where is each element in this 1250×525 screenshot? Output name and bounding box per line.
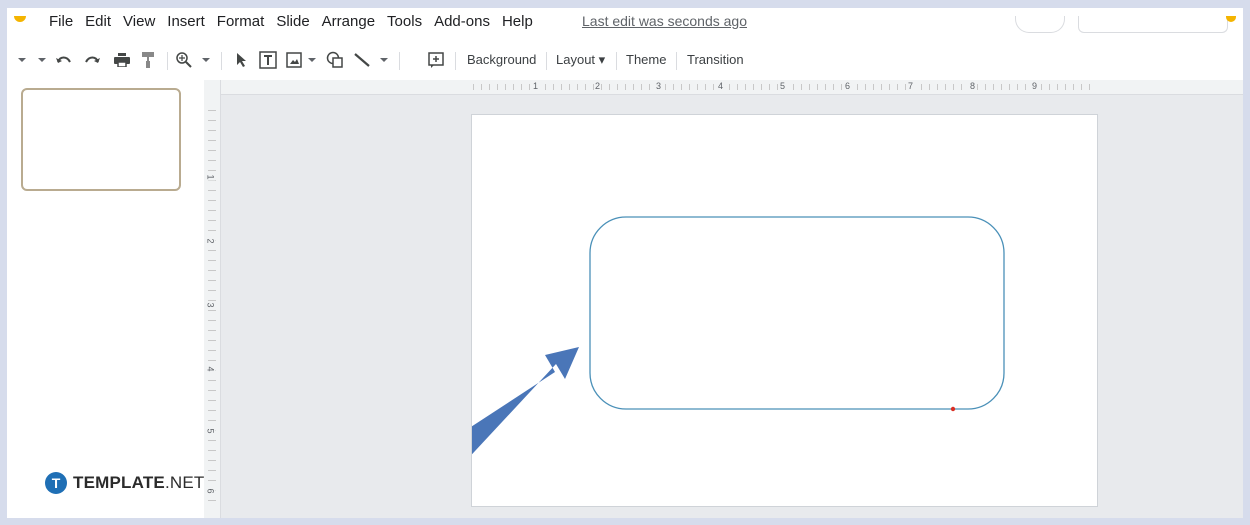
hruler-mark: 8 — [969, 81, 977, 91]
vruler-mark: 2 — [205, 237, 216, 245]
background-button[interactable]: Background — [467, 52, 536, 67]
vruler-mark: 5 — [205, 427, 216, 435]
menu-tools[interactable]: Tools — [387, 13, 422, 30]
image-icon[interactable] — [283, 44, 305, 76]
new-slide-dropdown-icon[interactable] — [35, 44, 49, 76]
menu-items: File Edit View Insert Format Slide Arran… — [49, 13, 545, 30]
hruler-mark: 4 — [717, 81, 725, 91]
hruler-mark: 1 — [532, 81, 540, 91]
hruler-mark: 6 — [844, 81, 852, 91]
paint-format-icon[interactable] — [137, 44, 159, 76]
app-logo-icon — [14, 16, 26, 22]
zoom-dropdown-icon[interactable] — [199, 44, 213, 76]
brand-name-main: TEMPLATE — [73, 473, 165, 492]
slide-thumbnail[interactable] — [21, 88, 181, 191]
menu-view[interactable]: View — [123, 13, 155, 30]
dropdown-arrow-icon[interactable] — [15, 44, 29, 76]
arrow-pointer-icon — [472, 347, 579, 455]
shape-adjust-handle[interactable] — [950, 406, 956, 412]
toolbar: Background Layout ▾ Theme Transition — [7, 44, 1243, 76]
hruler-mark: 7 — [907, 81, 915, 91]
undo-icon[interactable] — [53, 44, 75, 76]
hruler-mark: 2 — [594, 81, 602, 91]
menu-add-ons[interactable]: Add-ons — [434, 13, 490, 30]
slide[interactable] — [471, 114, 1098, 507]
rounded-rectangle-shape[interactable] — [589, 216, 1005, 410]
hruler-mark: 9 — [1031, 81, 1039, 91]
toolbar-divider — [167, 52, 168, 70]
layout-button[interactable]: Layout ▾ — [556, 52, 605, 68]
vertical-ruler[interactable]: 1 2 3 4 5 6 — [204, 80, 221, 518]
toolbar-divider — [676, 52, 677, 70]
layout-label: Layout — [556, 52, 596, 67]
select-icon[interactable] — [231, 44, 253, 76]
brand-logo-icon: T — [45, 472, 67, 494]
menu-bar: File Edit View Insert Format Slide Arran… — [0, 8, 1250, 36]
text-box-icon[interactable] — [257, 44, 279, 76]
vruler-mark: 4 — [205, 365, 216, 373]
slide-canvas-area[interactable]: 1 2 3 4 5 6 7 8 9 — [221, 80, 1243, 518]
print-icon[interactable] — [111, 44, 133, 76]
vruler-mark: 1 — [205, 173, 216, 181]
hruler-mark: 3 — [655, 81, 663, 91]
transition-button[interactable]: Transition — [687, 52, 744, 67]
brand-name: TEMPLATE.NET — [73, 473, 204, 493]
brand-name-suffix: .NET — [164, 473, 205, 492]
redo-icon[interactable] — [81, 44, 103, 76]
menu-edit[interactable]: Edit — [85, 13, 111, 30]
present-button[interactable] — [1078, 16, 1228, 33]
horizontal-ruler[interactable]: 1 2 3 4 5 6 7 8 9 — [221, 80, 1243, 95]
line-icon[interactable] — [351, 44, 373, 76]
menu-help[interactable]: Help — [502, 13, 533, 30]
toolbar-divider — [455, 52, 456, 70]
slide-drawing-layer — [472, 216, 1005, 455]
line-dropdown-icon[interactable] — [377, 44, 391, 76]
menu-slide[interactable]: Slide — [276, 13, 309, 30]
theme-button[interactable]: Theme — [626, 52, 666, 67]
menu-format[interactable]: Format — [217, 13, 265, 30]
comment-icon[interactable] — [425, 44, 447, 76]
brand-watermark: T TEMPLATE.NET — [45, 472, 204, 494]
account-avatar[interactable] — [1226, 16, 1236, 22]
last-edit-link[interactable]: Last edit was seconds ago — [582, 13, 747, 29]
toolbar-divider — [546, 52, 547, 70]
filmstrip-panel: T TEMPLATE.NET — [7, 80, 204, 518]
hruler-mark: 5 — [779, 81, 787, 91]
layout-dropdown-icon: ▾ — [595, 52, 606, 67]
shape-icon[interactable] — [323, 44, 347, 76]
vruler-mark: 3 — [205, 301, 216, 309]
toolbar-divider — [221, 52, 222, 70]
comment-history-button[interactable] — [1015, 16, 1065, 33]
zoom-icon[interactable] — [173, 44, 195, 76]
vruler-mark: 6 — [205, 487, 216, 495]
ruler-ticks — [208, 110, 216, 510]
menu-file[interactable]: File — [49, 13, 73, 30]
toolbar-divider — [399, 52, 400, 70]
menu-arrange[interactable]: Arrange — [322, 13, 375, 30]
toolbar-divider — [616, 52, 617, 70]
image-dropdown-icon[interactable] — [305, 44, 319, 76]
menu-insert[interactable]: Insert — [167, 13, 205, 30]
